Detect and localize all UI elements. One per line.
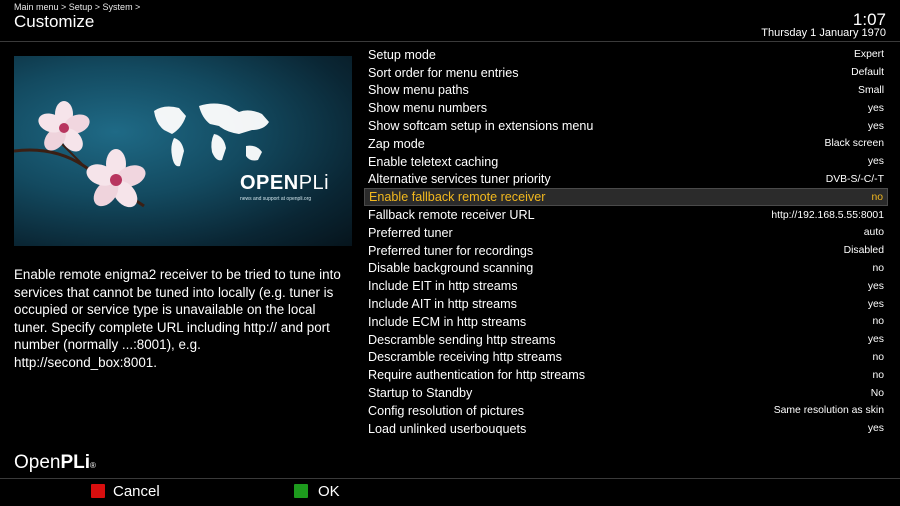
header-bar: Main menu > Setup > System > Customize 1… — [0, 0, 900, 42]
config-row[interactable]: Include EIT in http streams yes — [364, 277, 888, 295]
config-value: yes — [867, 334, 884, 346]
green-key-icon[interactable] — [294, 484, 308, 498]
help-description: Enable remote enigma2 receiver to be tri… — [14, 267, 341, 370]
config-label: Include EIT in http streams — [368, 279, 518, 294]
config-label: Show menu paths — [368, 83, 469, 98]
config-label: Include AIT in http streams — [368, 297, 517, 312]
config-row[interactable]: Config resolution of pictures Same resolu… — [364, 402, 888, 420]
config-label: Enable teletext caching — [368, 154, 499, 169]
config-row[interactable]: Alternative services tuner priority DVB-S… — [364, 171, 888, 189]
config-value: Default — [851, 67, 884, 79]
config-value: Small — [858, 84, 884, 96]
config-value: no — [872, 262, 884, 274]
red-key-icon[interactable] — [91, 484, 105, 498]
config-row[interactable]: Show softcam setup in extensions menu yes — [364, 117, 888, 135]
config-row[interactable]: Descramble receiving http streams no — [364, 349, 888, 367]
config-row[interactable]: Fallback remote receiver URL http://192.1… — [364, 206, 888, 224]
config-label: Fallback remote receiver URL — [368, 208, 535, 223]
config-list: Setup mode Expert Sort order for menu entr… — [364, 46, 888, 438]
config-label: Alternative services tuner priority — [368, 172, 551, 187]
config-label: Disable background scanning — [368, 261, 534, 276]
config-value: no — [872, 351, 884, 363]
breadcrumb: Main menu > Setup > System > — [14, 2, 141, 12]
config-row[interactable]: Startup to Standby No — [364, 384, 888, 402]
cancel-button[interactable]: Cancel — [113, 483, 160, 500]
page-title: Customize — [14, 12, 95, 31]
config-value: no — [872, 316, 884, 328]
config-label: Enable fallback remote receiver — [369, 190, 546, 205]
config-row[interactable]: Sort order for menu entries Default — [364, 64, 888, 82]
config-label: Load unlinked userbouquets — [368, 421, 527, 436]
config-label: Sort order for menu entries — [368, 65, 519, 80]
config-value: http://192.168.5.55:8001 — [771, 209, 884, 221]
config-value: yes — [867, 280, 884, 292]
config-row[interactable]: Include AIT in http streams yes — [364, 295, 888, 313]
config-row[interactable]: Load unlinked userbouquets yes — [364, 420, 888, 438]
footer-divider — [0, 478, 900, 479]
config-label: Setup mode — [368, 47, 436, 62]
config-value: No — [870, 387, 884, 399]
config-row[interactable]: Enable fallback remote receiver no — [364, 188, 888, 207]
config-label: Descramble receiving http streams — [368, 350, 562, 365]
ok-button[interactable]: OK — [318, 483, 340, 500]
config-label: Show softcam setup in extensions menu — [368, 119, 594, 134]
config-row[interactable]: Show menu paths Small — [364, 82, 888, 100]
config-label: Config resolution of pictures — [368, 403, 525, 418]
config-row[interactable]: Preferred tuner auto — [364, 224, 888, 242]
config-value: auto — [863, 227, 884, 239]
config-label: Descramble sending http streams — [368, 332, 556, 347]
config-value: no — [872, 369, 884, 381]
config-row[interactable]: Require authentication for http streams n… — [364, 366, 888, 384]
config-label: Preferred tuner — [368, 225, 453, 240]
openpli-wordmark: OPENPLi — [240, 172, 330, 194]
config-label: Zap mode — [368, 136, 425, 151]
config-value: Expert — [853, 49, 884, 61]
config-row[interactable]: Include ECM in http streams no — [364, 313, 888, 331]
config-value: Black screen — [824, 138, 884, 150]
config-row[interactable]: Preferred tuner for recordings Disabled — [364, 242, 888, 260]
config-value: yes — [867, 298, 884, 310]
config-row[interactable]: Descramble sending http streams yes — [364, 331, 888, 349]
config-value: Same resolution as skin — [773, 405, 884, 417]
config-value: Disabled — [843, 245, 884, 257]
openpli-tagline: news and support at openpli.org — [240, 196, 312, 202]
openpli-logo: OpenPLi® — [14, 452, 96, 473]
config-value: DVB-S/-C/-T — [825, 173, 884, 185]
preview-image: OPENPLi news and support at openpli.org — [14, 56, 352, 246]
config-row[interactable]: Enable teletext caching yes — [364, 153, 888, 171]
config-row[interactable]: Show menu numbers yes — [364, 99, 888, 117]
config-value: yes — [867, 102, 884, 114]
blossom-artwork — [14, 101, 269, 208]
date: Thursday 1 January 1970 — [761, 27, 886, 39]
config-label: Show menu numbers — [368, 101, 488, 116]
config-row[interactable]: Disable background scanning no — [364, 260, 888, 278]
config-value: yes — [867, 423, 884, 435]
config-value: yes — [867, 156, 884, 168]
config-label: Include ECM in http streams — [368, 314, 527, 329]
config-value: no — [871, 191, 883, 203]
config-value: yes — [867, 120, 884, 132]
config-row[interactable]: Setup mode Expert — [364, 46, 888, 64]
config-label: Startup to Standby — [368, 386, 473, 401]
config-label: Preferred tuner for recordings — [368, 243, 534, 258]
config-row[interactable]: Zap mode Black screen — [364, 135, 888, 153]
config-label: Require authentication for http streams — [368, 368, 586, 383]
header-divider — [0, 41, 900, 42]
